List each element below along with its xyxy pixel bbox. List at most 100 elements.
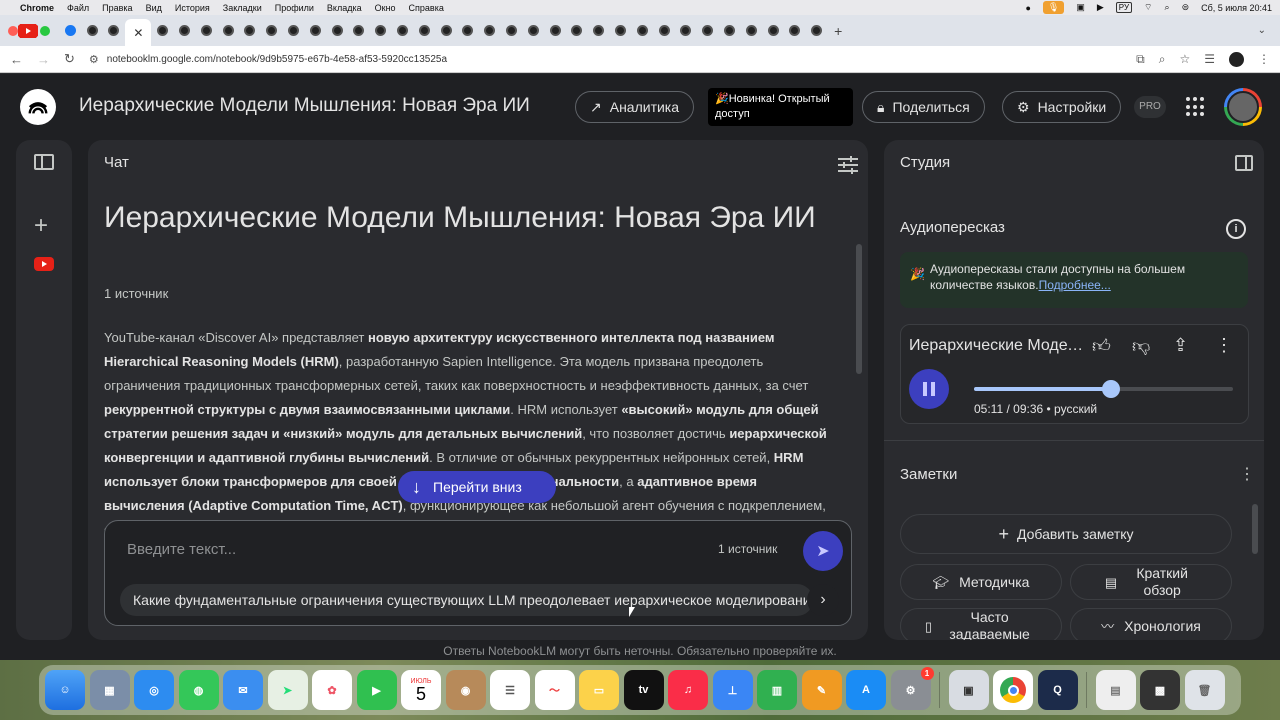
browser-tab[interactable] <box>152 20 173 42</box>
browser-tab[interactable] <box>261 20 282 42</box>
notebook-title[interactable]: Иерархические Модели Мышления: Новая Эра… <box>79 95 530 117</box>
back-icon[interactable]: ← <box>10 52 23 67</box>
chat-input[interactable] <box>127 537 687 561</box>
browser-tab-active[interactable]: ✕ <box>125 19 152 46</box>
browser-tab[interactable] <box>588 20 609 42</box>
youtube-source-icon[interactable] <box>34 257 54 271</box>
keyboard-layout[interactable]: РУ <box>1115 2 1133 13</box>
control-center-icon[interactable]: ⊜ <box>1182 2 1190 13</box>
browser-tab[interactable] <box>174 20 195 42</box>
close-tab-icon[interactable]: ✕ <box>133 26 143 40</box>
browser-tab[interactable] <box>719 20 740 42</box>
thumbs-down-icon[interactable]: 👎︎ <box>1132 335 1150 357</box>
url-field[interactable]: notebooklm.google.com/notebook/9d9b5975-… <box>107 54 447 65</box>
thumbs-up-icon[interactable]: 👍︎ <box>1092 335 1111 357</box>
browser-tab[interactable] <box>610 20 631 42</box>
trash-icon[interactable]: 🗑︎ <box>1184 670 1225 710</box>
keynote-icon[interactable]: ⊥ <box>712 670 753 710</box>
install-app-icon[interactable]: ⧉ <box>1136 52 1145 67</box>
send-button[interactable]: ➤ <box>803 531 843 571</box>
browser-tab[interactable] <box>436 20 457 42</box>
menubar-datetime[interactable]: Сб, 5 июля 20:41 <box>1201 3 1272 13</box>
zoom-icon[interactable]: ⌕ <box>1159 52 1166 67</box>
analytics-button[interactable]: ↗ Аналитика <box>575 91 695 123</box>
study-guide-button[interactable]: 🎓︎ Методичка <box>900 564 1062 600</box>
next-suggestion-icon[interactable]: › <box>807 584 839 616</box>
app-store-icon[interactable]: A <box>846 670 886 710</box>
chrome-menu-icon[interactable]: ⋮ <box>1258 52 1270 66</box>
browser-tab[interactable] <box>632 20 653 42</box>
profile-avatar[interactable] <box>1229 51 1244 67</box>
menu-item[interactable]: Окно <box>375 3 396 13</box>
notebooklm-logo-icon[interactable] <box>20 89 56 125</box>
preview-icon[interactable]: ▣ <box>948 670 989 710</box>
browser-tab[interactable] <box>18 23 38 38</box>
menu-item[interactable]: Правка <box>102 3 132 13</box>
freeform-icon[interactable]: 〜 <box>534 670 575 710</box>
menu-item[interactable]: Вид <box>146 3 162 13</box>
new-tab-button[interactable]: + <box>834 23 842 39</box>
jump-to-bottom-button[interactable]: ↓ Перейти вниз <box>398 471 556 503</box>
more-options-icon[interactable]: ⋮ <box>1215 335 1233 356</box>
browser-tab[interactable] <box>654 20 675 42</box>
safari-icon[interactable]: ◎ <box>134 670 174 710</box>
launchpad-icon[interactable]: ▦ <box>89 670 130 710</box>
google-apps-icon[interactable] <box>1186 97 1206 117</box>
pause-button[interactable] <box>909 369 949 409</box>
collapse-studio-panel-icon[interactable] <box>1235 155 1253 171</box>
faq-button[interactable]: ▯ Часто задаваемые <box>900 608 1062 640</box>
spotlight-icon[interactable]: ⌕ <box>1165 2 1170 13</box>
zoom-window-button[interactable] <box>40 25 50 36</box>
share-button[interactable]: 🔒︎ Поделиться <box>862 91 985 123</box>
studio-scrollbar[interactable] <box>1252 504 1258 554</box>
apple-tv-icon[interactable]: tv <box>623 670 664 710</box>
browser-tab[interactable] <box>349 20 370 42</box>
browser-tab[interactable] <box>697 20 718 42</box>
microphone-icon[interactable]: 🎙 <box>1042 1 1065 14</box>
browser-tab[interactable] <box>741 20 762 42</box>
site-info-icon[interactable]: ⚙ <box>89 53 99 66</box>
settings-button[interactable]: ⚙ Настройки <box>1002 91 1122 123</box>
record-icon[interactable]: ● <box>1025 3 1030 13</box>
browser-tab[interactable] <box>523 20 544 42</box>
chat-settings-icon[interactable] <box>838 156 858 174</box>
document-stack-icon[interactable]: ▤ <box>1095 670 1136 710</box>
info-icon[interactable]: i <box>1226 219 1246 239</box>
chrome-icon[interactable] <box>993 670 1033 710</box>
system-settings-icon[interactable]: ⚙ 1 <box>890 667 934 710</box>
browser-tab[interactable] <box>785 20 806 42</box>
screenshot-stack-icon[interactable]: ▩ <box>1140 670 1180 710</box>
browser-tab[interactable] <box>283 20 304 42</box>
notes-more-icon[interactable]: ⋮ <box>1239 464 1255 484</box>
browser-tab[interactable] <box>327 20 348 42</box>
menu-item[interactable]: История <box>175 3 210 13</box>
screen-icon[interactable]: ▣ <box>1076 2 1085 13</box>
menu-item[interactable]: Профили <box>275 3 314 13</box>
browser-tab[interactable] <box>370 20 391 42</box>
suggested-question[interactable]: Какие фундаментальные ограничения сущест… <box>120 584 813 616</box>
facetime-icon[interactable]: ▶ <box>356 670 397 710</box>
messages-icon[interactable]: ◍ <box>178 670 219 710</box>
browser-tab[interactable] <box>806 20 827 42</box>
notes-icon[interactable]: ▭ <box>579 670 619 710</box>
browser-tab[interactable] <box>545 20 566 42</box>
chat-scrollbar[interactable] <box>856 244 862 374</box>
add-note-button[interactable]: + Добавить заметку <box>900 514 1232 554</box>
menu-item[interactable]: Вкладка <box>327 3 362 13</box>
browser-tab[interactable] <box>60 20 81 42</box>
close-window-button[interactable] <box>8 25 18 36</box>
menu-item[interactable]: Справка <box>409 3 444 13</box>
browser-tab[interactable] <box>501 20 522 42</box>
briefing-doc-button[interactable]: ▤ Краткий обзор <box>1070 564 1232 600</box>
new-feature-badge[interactable]: 🎉Новинка! Открытый доступ <box>708 88 853 126</box>
browser-tab[interactable] <box>196 20 217 42</box>
browser-tab[interactable] <box>218 20 239 42</box>
calendar-icon[interactable]: ИЮЛЬ 5 <box>401 670 441 710</box>
browser-tab[interactable] <box>763 20 784 42</box>
browser-tab[interactable] <box>392 20 413 42</box>
mail-icon[interactable]: ✉ <box>223 670 263 710</box>
share-icon[interactable]: ⇪ <box>1173 335 1188 356</box>
browser-tab[interactable] <box>676 20 697 42</box>
contacts-icon[interactable]: ◉ <box>445 670 486 710</box>
numbers-icon[interactable]: ▥ <box>757 670 797 710</box>
